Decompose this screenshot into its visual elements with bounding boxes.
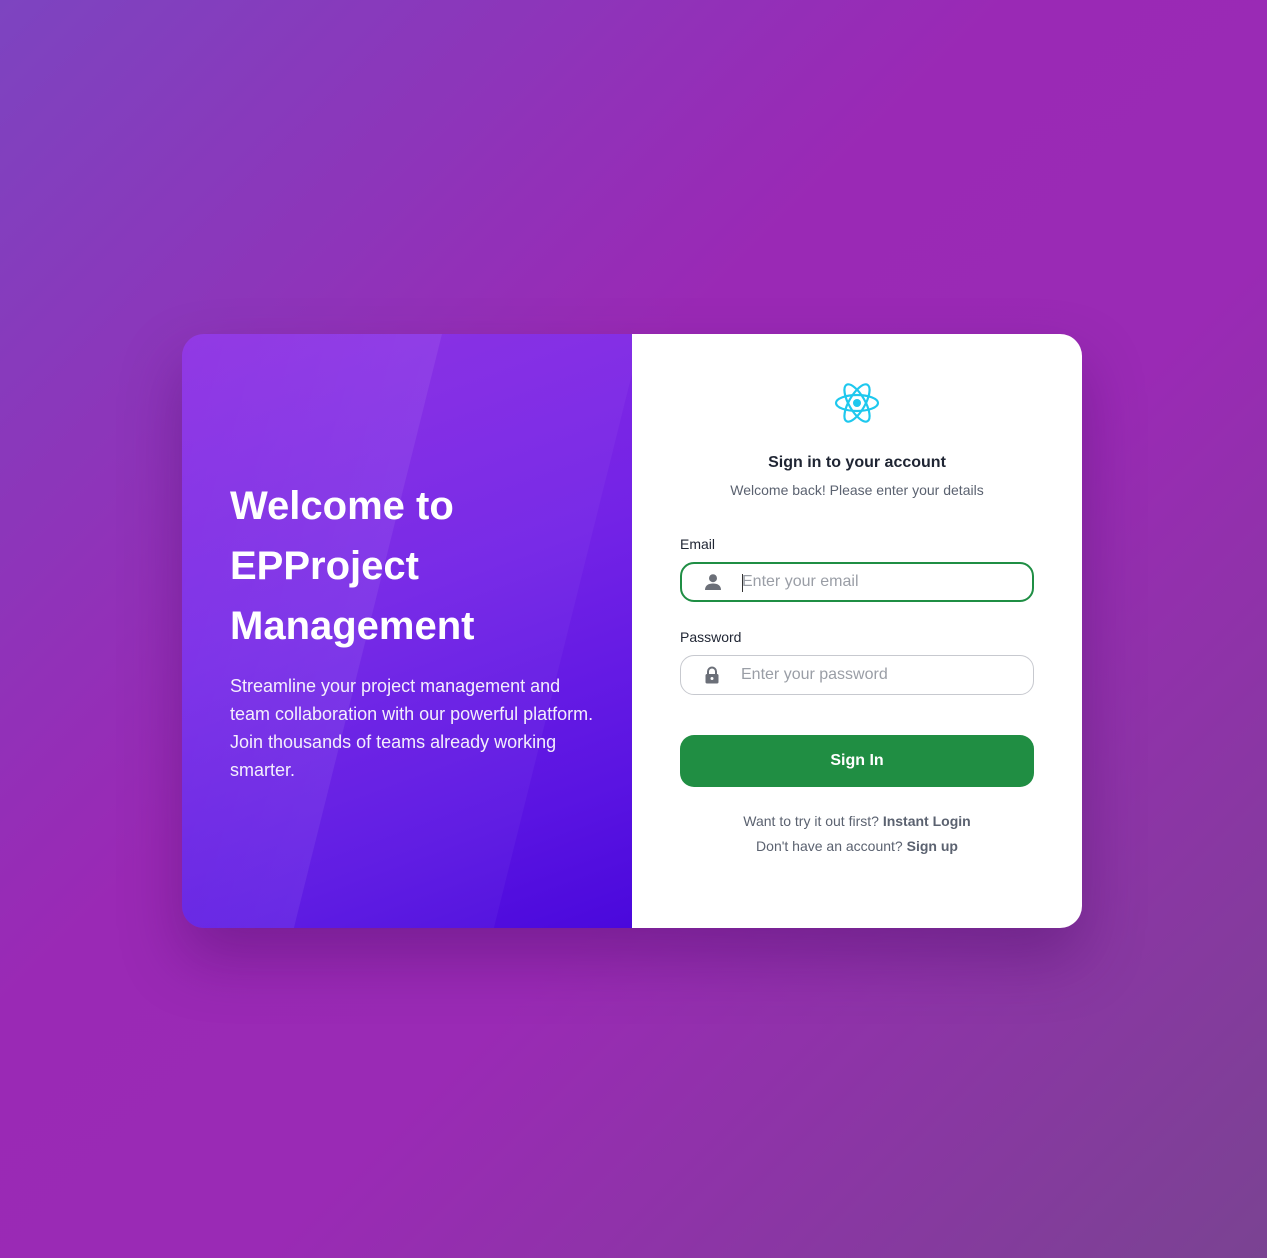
user-icon (705, 574, 721, 590)
signup-link[interactable]: Sign up (907, 838, 958, 854)
password-field[interactable] (680, 655, 1034, 695)
welcome-title-line: Welcome to (230, 484, 454, 528)
welcome-title: Welcome to EPProject Management (230, 476, 600, 656)
react-atom-icon (834, 383, 880, 423)
password-label: Password (680, 629, 742, 645)
welcome-description: Streamline your project management and t… (230, 676, 594, 780)
login-card: Welcome to EPProject Management Streamline… (182, 334, 1082, 928)
signup-prompt: Don't have an account? (756, 838, 903, 854)
instant-login-row: Want to try it out first? Instant Login (632, 813, 1082, 829)
instant-login-link[interactable]: Instant Login (883, 813, 971, 829)
welcome-title-line: Management (230, 604, 475, 648)
signin-title: Sign in to your account (768, 454, 946, 471)
lock-icon (705, 666, 719, 684)
welcome-title-line: EPProject (230, 544, 419, 588)
email-label: Email (680, 536, 716, 552)
signup-row: Don't have an account? Sign up (632, 838, 1082, 854)
welcome-panel: Welcome to EPProject Management Streamline… (182, 334, 632, 928)
signin-subtitle: Welcome back! Please enter your details (730, 482, 984, 498)
instant-login-prompt: Want to try it out first? (743, 813, 879, 829)
email-field[interactable] (680, 562, 1034, 602)
password-input[interactable] (741, 656, 1021, 694)
email-input[interactable] (742, 564, 1022, 600)
sign-in-button[interactable]: Sign In (680, 735, 1034, 787)
signin-panel: Sign in to your account Welcome back! Pl… (632, 334, 1082, 928)
